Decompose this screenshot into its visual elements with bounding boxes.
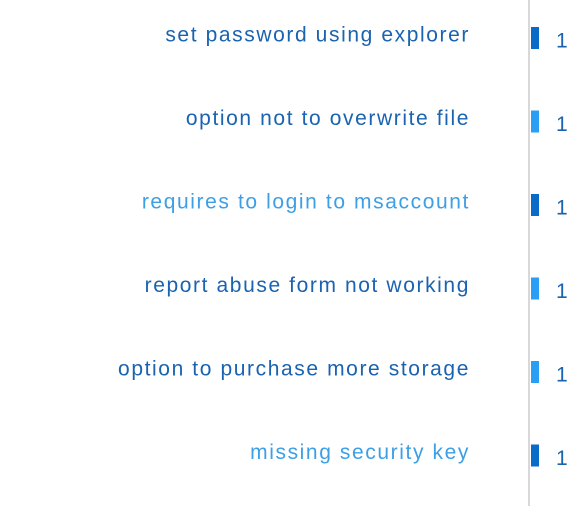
bar-chart: set password using explorer option not to… [118,0,568,506]
value-label: 1 [556,197,568,220]
value-label: 1 [556,30,568,53]
bar[interactable] [531,27,539,49]
value-label: 1 [556,364,568,387]
bar[interactable] [531,361,539,383]
bar[interactable] [531,277,539,300]
bar[interactable] [531,194,539,216]
category-label: set password using explorer [165,24,470,47]
category-label: requires to login to msaccount [142,191,470,214]
bar[interactable] [531,444,539,467]
value-label: 1 [556,280,568,303]
category-label: missing security key [250,441,470,464]
value-label: 1 [556,113,568,136]
category-label: report abuse form not working [145,274,470,297]
category-label: option not to overwrite file [186,107,470,130]
bar[interactable] [531,110,539,133]
category-label: option to purchase more storage [118,358,470,381]
value-label: 1 [556,447,568,470]
